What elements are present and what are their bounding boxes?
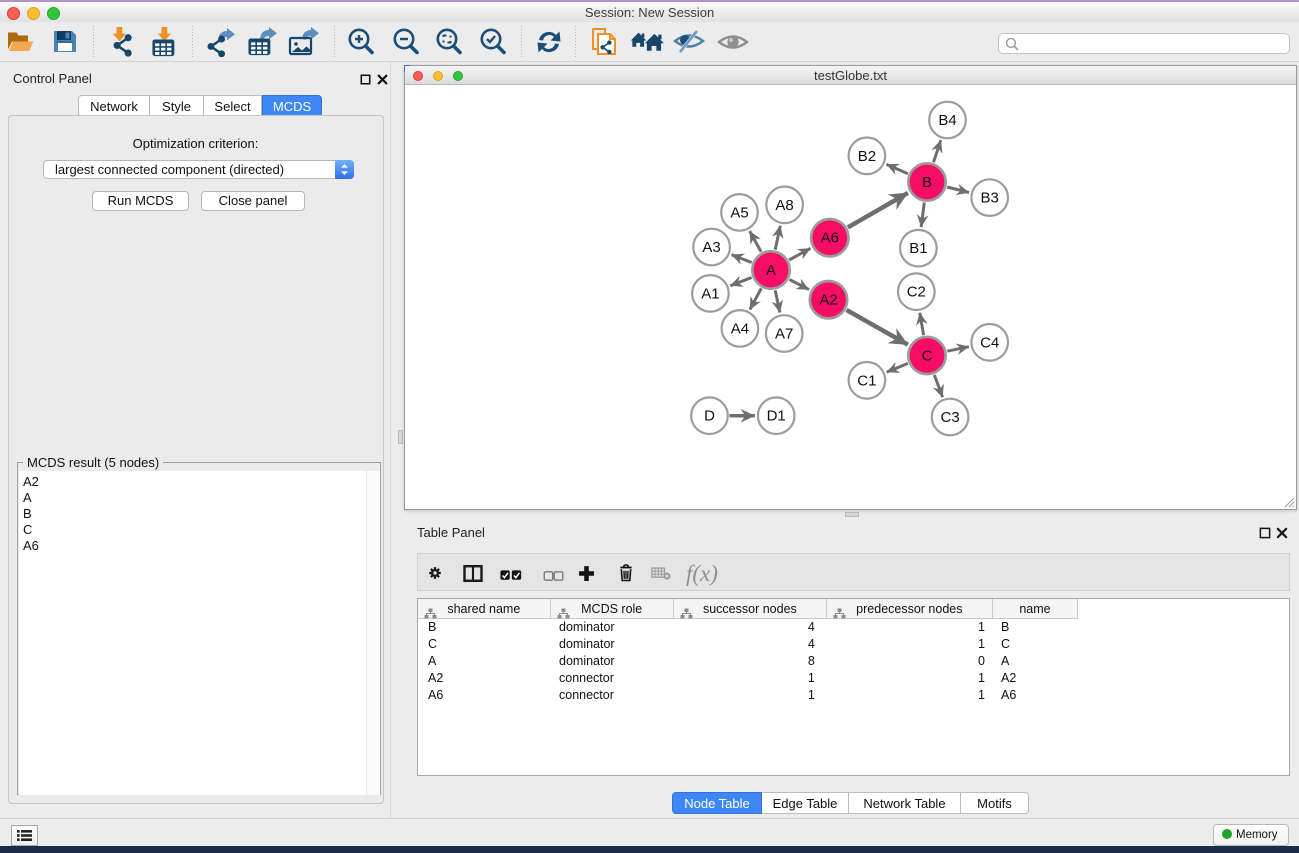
svg-text:C: C [922,348,933,365]
svg-text:A7: A7 [775,326,793,343]
svg-text:A2: A2 [819,292,837,309]
svg-text:A5: A5 [730,204,748,221]
svg-text:C2: C2 [907,284,926,301]
svg-text:C3: C3 [941,409,960,426]
svg-text:A1: A1 [701,285,719,302]
svg-text:A: A [766,262,776,279]
svg-text:A6: A6 [821,230,839,247]
svg-text:B: B [922,174,932,191]
svg-text:B2: B2 [858,148,876,165]
svg-text:B1: B1 [909,240,927,257]
svg-text:D1: D1 [767,408,786,425]
svg-text:B3: B3 [981,190,999,207]
svg-text:D: D [704,408,715,425]
svg-text:C4: C4 [980,334,999,351]
svg-text:A4: A4 [731,320,749,337]
svg-text:C1: C1 [857,372,876,389]
svg-text:A8: A8 [775,197,793,214]
svg-text:B4: B4 [938,112,956,129]
svg-text:A3: A3 [702,239,720,256]
